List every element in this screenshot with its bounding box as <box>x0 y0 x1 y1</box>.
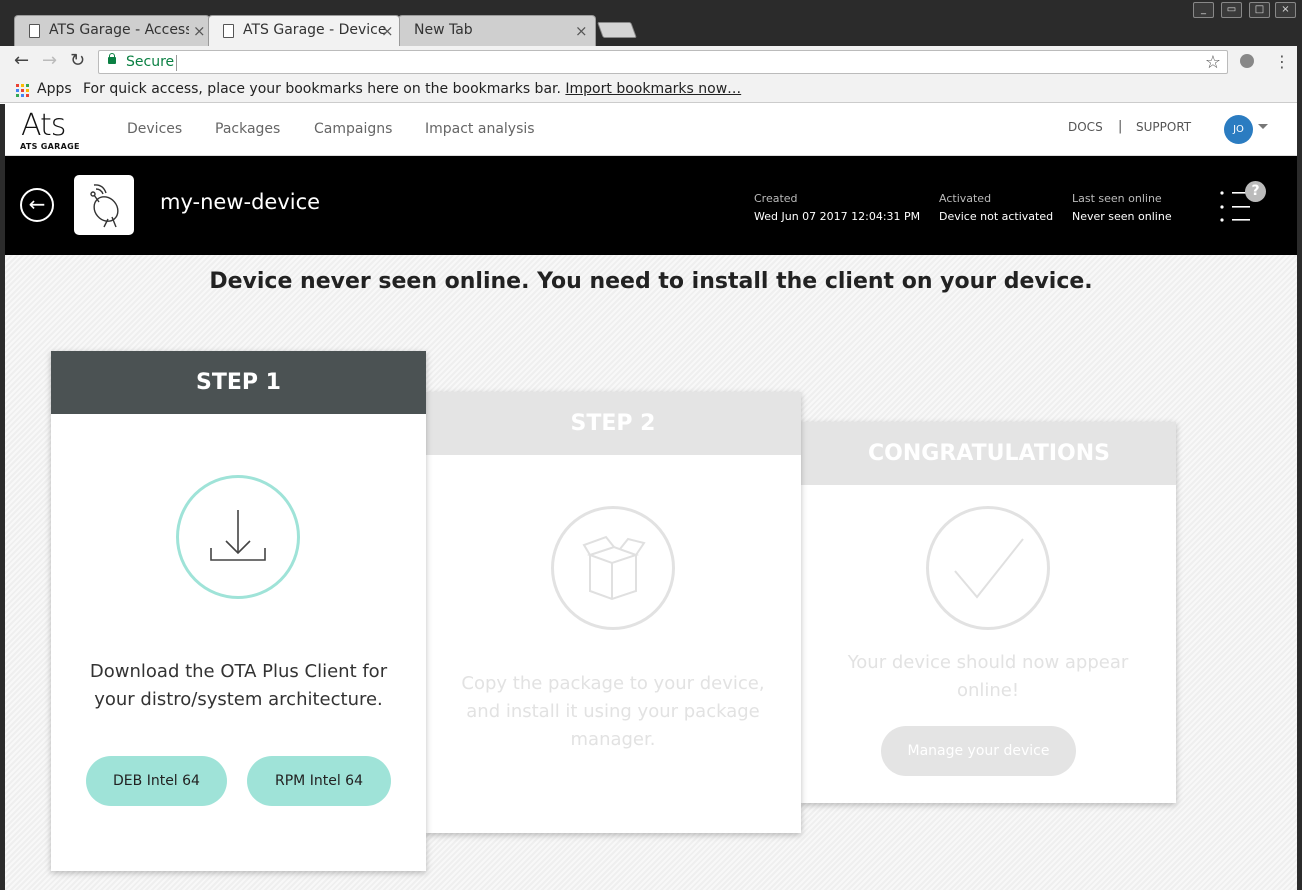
browser-tab-device[interactable]: ATS Garage - Device × <box>208 15 400 46</box>
nav-devices[interactable]: Devices <box>127 121 182 137</box>
activated-value: Device not activated <box>939 210 1054 223</box>
apps-link[interactable]: Apps <box>37 81 72 97</box>
congratulations-text: Your device should now appear online! <box>800 649 1176 705</box>
satellite-dish-icon <box>74 175 134 235</box>
close-window-icon[interactable]: × <box>1275 2 1296 18</box>
reload-icon[interactable]: ↻ <box>70 50 85 71</box>
step2-text-line2: and install it using your package <box>466 701 760 722</box>
bookmarks-prompt-text: For quick access, place your bookmarks h… <box>83 81 561 97</box>
secure-label: Secure <box>126 54 175 70</box>
browser-titlebar: _ ▭ □ × ATS Garage - Access × ATS Garage… <box>0 0 1302 46</box>
tab-title: ATS Garage - Device <box>243 22 387 38</box>
device-header-bar: ← my-new-device Created Wed Jun 07 2017 … <box>5 156 1297 255</box>
created-label: Created <box>754 192 798 205</box>
page-headline: Device never seen online. You need to in… <box>209 269 1093 294</box>
main-content: Device never seen online. You need to in… <box>5 255 1297 890</box>
bookmarks-bar: Apps For quick access, place your bookma… <box>0 78 1302 103</box>
activated-info: Activated Device not activated <box>939 190 1053 226</box>
text-cursor <box>176 55 177 71</box>
ats-logo[interactable]: Ats <box>21 108 66 143</box>
app-header: Ats ATS GARAGE Devices Packages Campaign… <box>5 104 1297 156</box>
tab-title: ATS Garage - Access <box>49 22 193 38</box>
checkmark-icon <box>926 506 1050 630</box>
document-icon <box>29 24 40 38</box>
device-name: my-new-device <box>160 190 321 214</box>
step2-title: STEP 2 <box>425 392 801 455</box>
step1-text-line2: your distro/system architecture. <box>94 689 383 710</box>
manage-device-button[interactable]: Manage your device <box>881 726 1076 776</box>
docs-link[interactable]: DOCS <box>1068 120 1103 134</box>
browser-menu-icon[interactable]: ⋮ <box>1274 52 1290 71</box>
last-seen-label: Last seen online <box>1072 192 1162 205</box>
step1-text-line1: Download the OTA Plus Client for <box>89 661 388 682</box>
package-box-icon <box>551 506 675 630</box>
browser-tab-new[interactable]: New Tab × <box>398 15 596 46</box>
window-right-border <box>1297 46 1302 890</box>
activated-label: Activated <box>939 192 992 205</box>
document-icon <box>223 24 234 38</box>
ats-logo-subtitle: ATS GARAGE <box>20 142 80 151</box>
new-tab-button[interactable] <box>597 22 637 38</box>
step2-card: STEP 2 Copy the package to your device, … <box>425 392 801 833</box>
close-tab-icon[interactable]: × <box>381 22 394 40</box>
extension-icon[interactable] <box>1240 54 1254 68</box>
bookmarks-prompt: For quick access, place your bookmarks h… <box>83 81 741 97</box>
congratulations-card: CONGRATULATIONS Your device should now a… <box>800 422 1176 803</box>
step2-text-line1: Copy the package to your device, <box>461 673 765 694</box>
apps-grid-icon[interactable] <box>16 84 29 97</box>
last-seen-value: Never seen online <box>1072 210 1172 223</box>
created-info: Created Wed Jun 07 2017 12:04:31 PM <box>754 190 920 226</box>
user-avatar[interactable]: JO <box>1224 115 1253 144</box>
support-link[interactable]: SUPPORT <box>1136 120 1191 134</box>
back-arrow-icon[interactable]: ← <box>14 50 29 71</box>
step1-card: STEP 1 Download the OTA Plus Client for … <box>51 351 426 871</box>
step2-text: Copy the package to your device, and ins… <box>425 670 801 754</box>
forward-arrow-icon[interactable]: → <box>42 50 57 71</box>
back-circle-icon[interactable]: ← <box>20 188 54 222</box>
created-value: Wed Jun 07 2017 12:04:31 PM <box>754 210 921 223</box>
nav-campaigns[interactable]: Campaigns <box>314 121 392 137</box>
nav-impact-analysis[interactable]: Impact analysis <box>425 121 535 137</box>
step2-text-line3: manager. <box>570 729 656 750</box>
congratulations-title: CONGRATULATIONS <box>800 422 1176 485</box>
step1-title: STEP 1 <box>51 351 426 414</box>
header-separator: | <box>1118 119 1123 134</box>
last-seen-info: Last seen online Never seen online <box>1072 190 1172 226</box>
bookmark-star-icon[interactable]: ☆ <box>1205 52 1221 73</box>
restore-icon[interactable]: ▭ <box>1221 2 1242 18</box>
address-bar[interactable]: Secure ☆ <box>98 50 1228 74</box>
chevron-down-icon[interactable] <box>1258 124 1268 129</box>
deb-intel-64-button[interactable]: DEB Intel 64 <box>86 756 227 806</box>
import-bookmarks-link[interactable]: Import bookmarks now… <box>565 81 741 97</box>
nav-packages[interactable]: Packages <box>215 121 280 137</box>
browser-tab-access[interactable]: ATS Garage - Access × <box>14 15 210 46</box>
download-icon <box>176 475 300 599</box>
close-tab-icon[interactable]: × <box>189 22 206 40</box>
close-tab-icon[interactable]: × <box>575 22 588 40</box>
lock-icon <box>108 53 116 64</box>
step1-text: Download the OTA Plus Client for your di… <box>51 658 426 714</box>
congratulations-text-line1: Your device should now appear <box>847 652 1129 673</box>
rpm-intel-64-button[interactable]: RPM Intel 64 <box>247 756 391 806</box>
tab-title: New Tab <box>414 22 473 38</box>
browser-toolbar: ← → ↻ Secure ☆ ⋮ <box>0 46 1302 78</box>
congratulations-text-line2: online! <box>956 680 1020 701</box>
maximize-icon[interactable]: □ <box>1249 2 1270 18</box>
minimize-icon[interactable]: _ <box>1193 2 1214 18</box>
help-icon[interactable]: ? <box>1245 181 1266 202</box>
